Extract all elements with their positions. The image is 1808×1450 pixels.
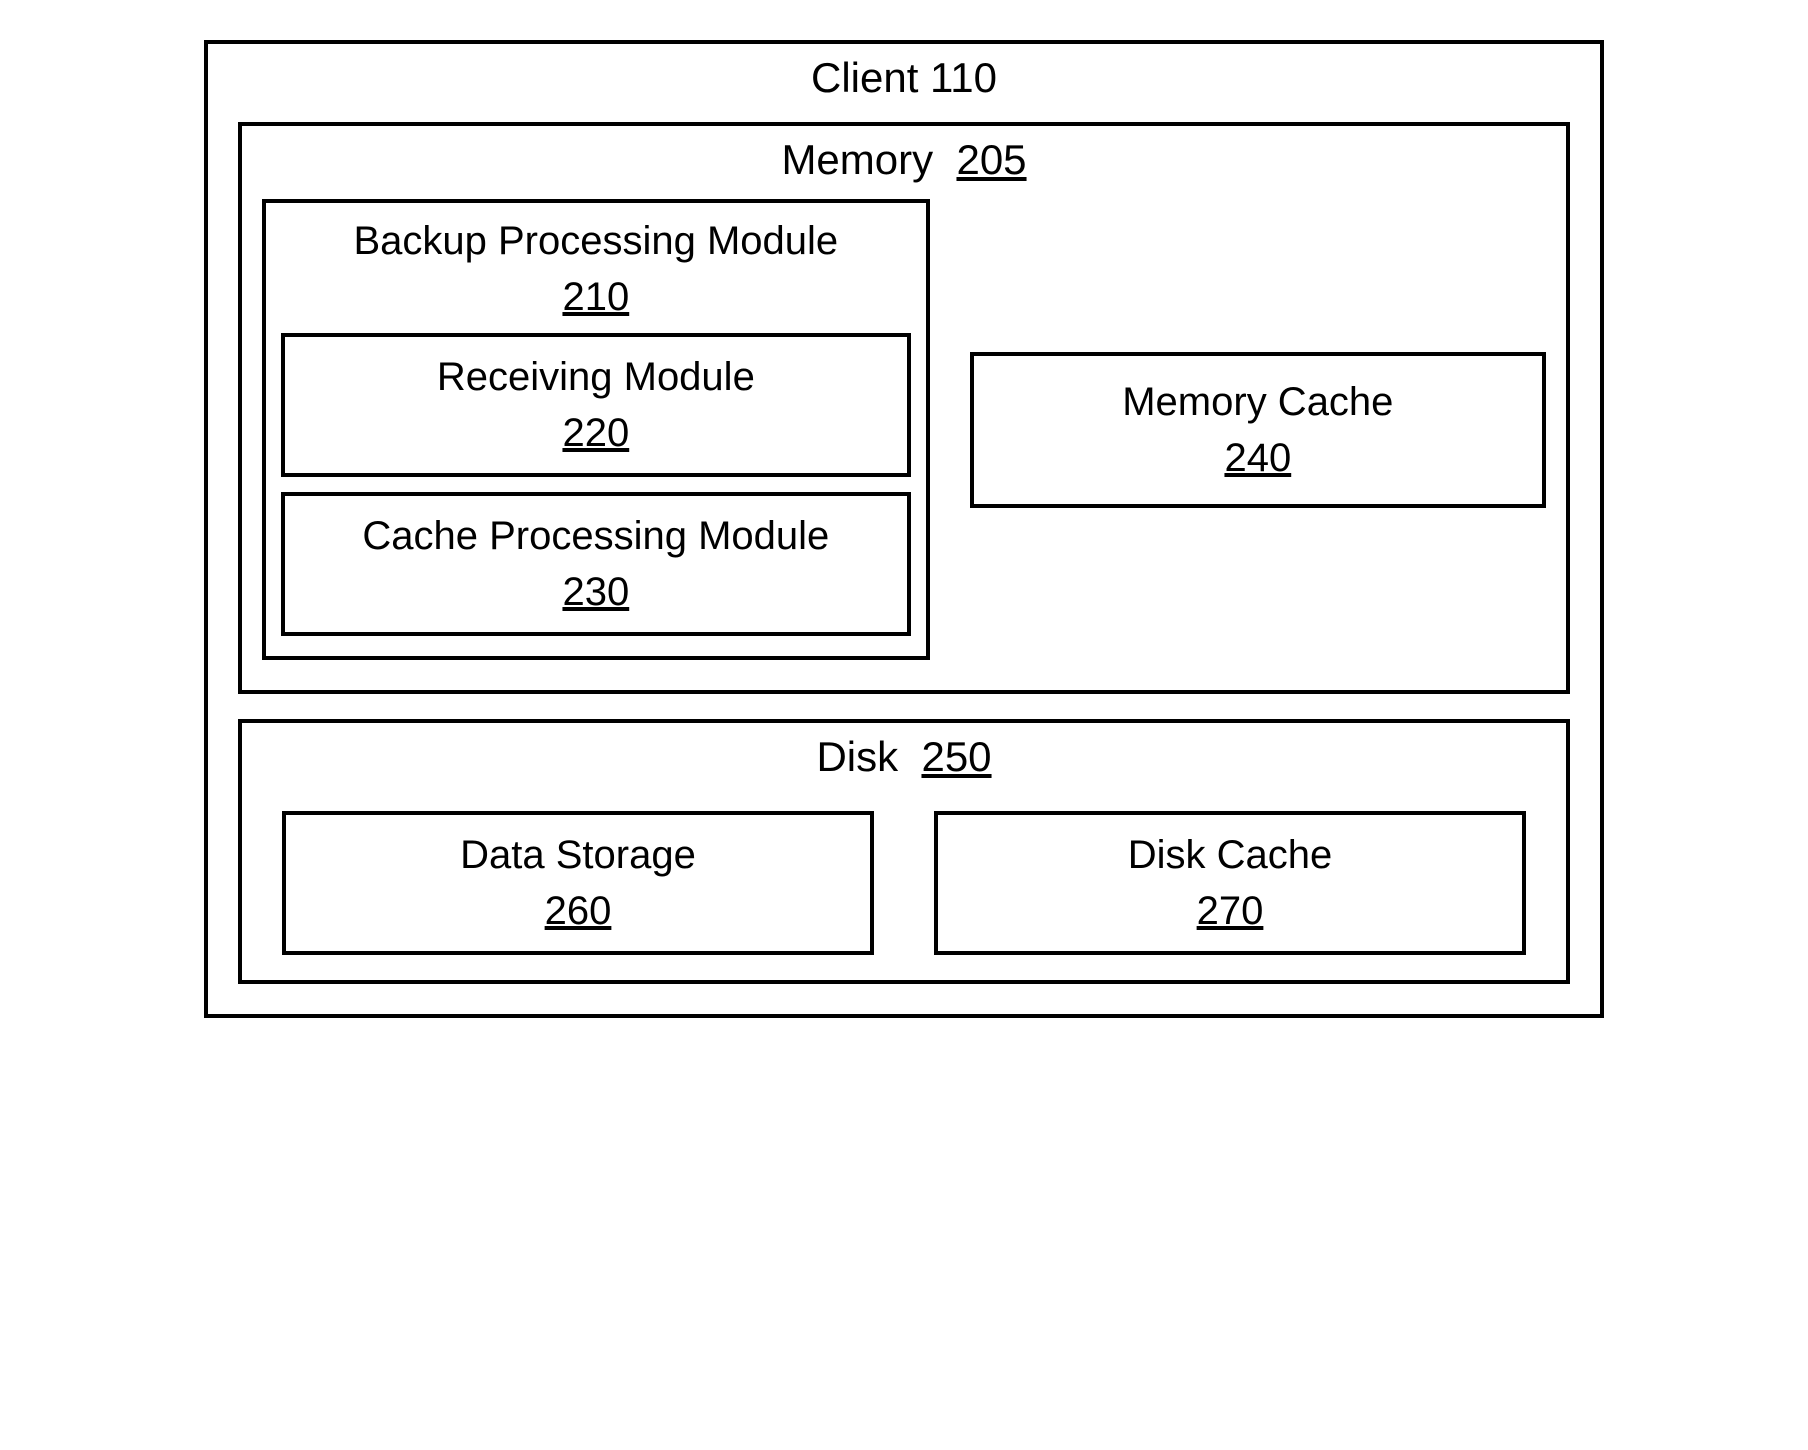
backup-module-title: Backup Processing Module 210 xyxy=(281,213,911,325)
backup-module-label: Backup Processing Module xyxy=(353,219,838,263)
disk-cache: Disk Cache 270 xyxy=(934,811,1526,955)
client-title: Client 110 xyxy=(238,44,1570,122)
memory-cache: Memory Cache 240 xyxy=(970,352,1546,508)
disk-cache-label: Disk Cache xyxy=(1128,833,1333,877)
client-container: Client 110 Memory 205 Backup Processing … xyxy=(204,40,1604,1018)
memory-label: Memory xyxy=(781,136,933,183)
disk-cache-num: 270 xyxy=(1197,889,1264,933)
cache-processing-label: Cache Processing Module xyxy=(362,514,829,558)
client-num: 110 xyxy=(930,54,997,101)
data-storage-title: Data Storage 260 xyxy=(286,827,870,939)
cache-processing-module: Cache Processing Module 230 xyxy=(281,492,911,636)
client-label: Client xyxy=(811,54,918,101)
data-storage-label: Data Storage xyxy=(460,833,696,877)
disk-content: Data Storage 260 Disk Cache 270 xyxy=(282,811,1526,955)
memory-content: Backup Processing Module 210 Receiving M… xyxy=(262,199,1546,660)
receiving-module: Receiving Module 220 xyxy=(281,333,911,477)
disk-cache-title: Disk Cache 270 xyxy=(938,827,1522,939)
receiving-module-num: 220 xyxy=(562,411,629,455)
memory-cache-num: 240 xyxy=(1224,436,1291,480)
memory-cache-label: Memory Cache xyxy=(1122,380,1393,424)
data-storage-num: 260 xyxy=(545,889,612,933)
disk-title: Disk 250 xyxy=(282,723,1526,811)
receiving-module-label: Receiving Module xyxy=(437,355,755,399)
backup-processing-module: Backup Processing Module 210 Receiving M… xyxy=(262,199,930,660)
memory-num: 205 xyxy=(956,136,1026,183)
receiving-module-title: Receiving Module 220 xyxy=(285,349,907,461)
cache-processing-title: Cache Processing Module 230 xyxy=(285,508,907,620)
disk-container: Disk 250 Data Storage 260 Disk Cache 270 xyxy=(238,719,1570,984)
data-storage: Data Storage 260 xyxy=(282,811,874,955)
memory-container: Memory 205 Backup Processing Module 210 … xyxy=(238,122,1570,694)
memory-cache-title: Memory Cache 240 xyxy=(974,374,1542,486)
disk-label: Disk xyxy=(816,733,898,780)
backup-module-num: 210 xyxy=(562,275,629,319)
disk-num: 250 xyxy=(921,733,991,780)
cache-processing-num: 230 xyxy=(562,570,629,614)
memory-title: Memory 205 xyxy=(262,126,1546,199)
